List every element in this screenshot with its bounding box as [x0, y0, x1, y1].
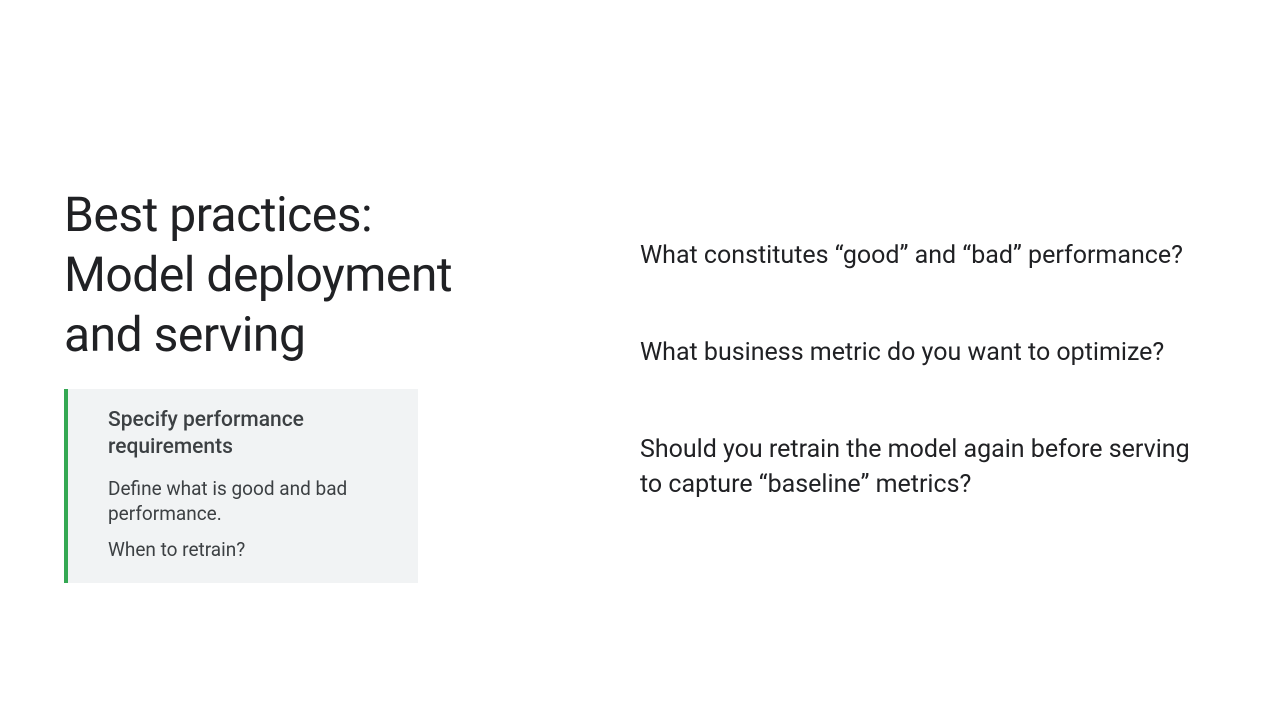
right-column: What constitutes “good” and “bad” perfor… [480, 0, 1280, 720]
left-column: Best practices: Model deployment and ser… [0, 0, 480, 720]
question-2: What business metric do you want to opti… [640, 335, 1210, 370]
callout-heading: Specify performance requirements [108, 407, 390, 462]
slide-container: Best practices: Model deployment and ser… [0, 0, 1280, 720]
question-1: What constitutes “good” and “bad” perfor… [640, 238, 1210, 273]
callout-body-2: When to retrain? [108, 537, 390, 563]
question-3: Should you retrain the model again befor… [640, 432, 1210, 502]
title-line-1: Best practices: [64, 186, 372, 243]
callout-body-1: Define what is good and bad performance. [108, 476, 390, 527]
slide-title: Best practices: Model deployment and ser… [64, 185, 480, 365]
callout-box: Specify performance requirements Define … [64, 389, 418, 583]
title-line-2: Model deployment and serving [64, 246, 452, 363]
